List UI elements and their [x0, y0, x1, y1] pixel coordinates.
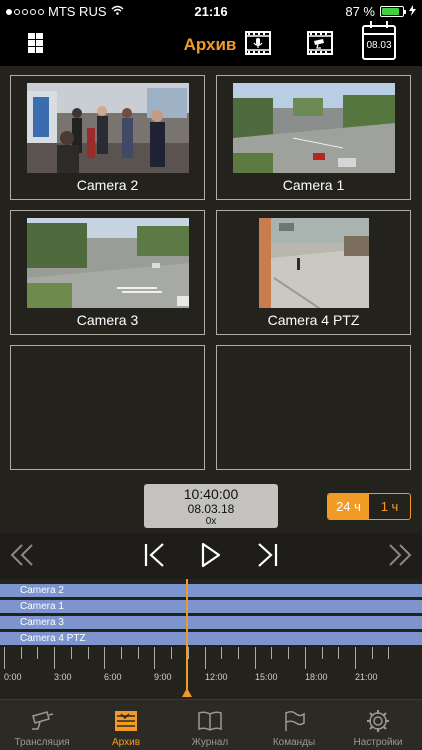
timeline-tick — [305, 647, 306, 669]
timeline-tick — [271, 647, 272, 659]
range-24h-button[interactable]: 24 ч — [328, 494, 369, 519]
playback-info: 10:40:00 08.03.18 0x — [144, 484, 278, 528]
empty-camera-slot[interactable] — [216, 345, 411, 470]
timeline-tick — [255, 647, 256, 669]
fast-forward-icon[interactable] — [386, 541, 414, 569]
timeline-track: Camera 2 — [0, 584, 422, 597]
camera-thumbnail — [27, 83, 189, 173]
timeline-ruler: 0:00 3:00 6:00 9:00 12:00 15:00 18:00 21:00 — [0, 647, 422, 682]
camera-icon — [32, 711, 54, 730]
battery-icon — [380, 6, 406, 17]
timeline-tick-label: 21:00 — [355, 672, 378, 682]
timeline-track: Camera 4 PTZ — [0, 632, 422, 645]
camera-label: Camera 3 — [76, 312, 139, 328]
timeline-tick — [355, 647, 356, 669]
tab-journal[interactable]: Журнал — [168, 700, 252, 750]
tab-settings[interactable]: Настройки — [336, 700, 420, 750]
timeline-tick-label: 9:00 — [154, 672, 172, 682]
book-icon — [198, 711, 222, 731]
camera-label: Camera 4 PTZ — [267, 312, 360, 328]
timeline-tick — [21, 647, 22, 659]
gear-icon — [367, 710, 389, 732]
status-bar: MTS RUS 21:16 87 % — [0, 0, 422, 22]
timeline-tick — [88, 647, 89, 659]
tab-live[interactable]: Трансляция — [0, 700, 84, 750]
timeline-tick — [205, 647, 206, 669]
playback-date: 08.03.18 — [187, 502, 235, 516]
video-camera-film-icon[interactable] — [306, 29, 334, 57]
battery-percent: 87 % — [345, 4, 375, 19]
calendar-button[interactable]: 08.03 — [362, 21, 396, 60]
camera-label: Camera 2 — [76, 177, 139, 193]
timeline-tick-label: 18:00 — [305, 672, 328, 682]
timeline-tick — [54, 647, 55, 669]
tab-label: Журнал — [191, 737, 229, 748]
timeline-cursor[interactable] — [186, 579, 188, 693]
camera-thumbnail — [233, 83, 395, 173]
timeline-tick — [171, 647, 172, 659]
timeline-tick — [372, 647, 373, 659]
top-bar: Архив 08.03 — [0, 21, 422, 66]
timeline-tick — [288, 647, 289, 659]
timeline-tick — [4, 647, 5, 669]
tab-bar: Трансляция Архив Журнал Команды Настройк… — [0, 699, 422, 750]
playback-speed: 0x — [205, 516, 217, 527]
charging-icon — [409, 4, 416, 19]
tab-label: Настройки — [353, 737, 403, 748]
camera-label: Camera 1 — [282, 177, 345, 193]
timeline-tick — [238, 647, 239, 659]
timeline-track: Camera 1 — [0, 600, 422, 613]
timeline-range-toggle: 24 ч 1 ч — [327, 493, 411, 520]
timeline-tick — [104, 647, 105, 669]
timeline-tick — [188, 647, 189, 659]
timeline-tick-label: 6:00 — [104, 672, 122, 682]
skip-forward-icon[interactable] — [255, 541, 279, 569]
archive-icon — [115, 711, 137, 731]
timeline[interactable]: Camera 2 Camera 1 Camera 3 Camera 4 PTZ … — [0, 579, 422, 697]
timeline-tick — [388, 647, 389, 659]
empty-camera-slot[interactable] — [10, 345, 205, 470]
camera-cell-4-ptz[interactable]: Camera 4 PTZ — [216, 210, 411, 335]
timeline-tick — [322, 647, 323, 659]
tab-commands[interactable]: Команды — [252, 700, 336, 750]
timeline-tick-label: 0:00 — [4, 672, 22, 682]
playback-time: 10:40:00 — [183, 486, 239, 502]
playback-controls — [0, 533, 422, 579]
tab-label: Трансляция — [14, 737, 70, 748]
timeline-tick-label: 3:00 — [54, 672, 72, 682]
layout-grid-icon[interactable] — [28, 33, 43, 53]
camera-cell-2[interactable]: Camera 2 — [10, 75, 205, 200]
camera-cell-3[interactable]: Camera 3 — [10, 210, 205, 335]
timeline-tick-label: 15:00 — [255, 672, 278, 682]
range-1h-button[interactable]: 1 ч — [369, 494, 410, 519]
calendar-date: 08.03 — [366, 40, 392, 51]
rewind-icon[interactable] — [8, 541, 36, 569]
timeline-tick-label: 12:00 — [205, 672, 228, 682]
skip-back-icon[interactable] — [143, 541, 167, 569]
flag-icon — [285, 710, 305, 731]
camera-thumbnail — [259, 218, 369, 308]
play-icon[interactable] — [200, 541, 222, 569]
timeline-tick — [221, 647, 222, 659]
timeline-tick — [154, 647, 155, 669]
timeline-tick — [338, 647, 339, 659]
tab-archive[interactable]: Архив — [84, 700, 168, 750]
timeline-cursor-handle[interactable] — [182, 688, 192, 697]
timeline-track: Camera 3 — [0, 616, 422, 629]
camera-cell-1[interactable]: Camera 1 — [216, 75, 411, 200]
timeline-tick — [138, 647, 139, 659]
camera-thumbnail — [27, 218, 189, 308]
timeline-tick — [71, 647, 72, 659]
timeline-tick — [37, 647, 38, 659]
tab-label: Команды — [272, 737, 316, 748]
audio-video-icon[interactable] — [244, 29, 272, 57]
tab-label: Архив — [111, 737, 141, 748]
timeline-tick — [121, 647, 122, 659]
